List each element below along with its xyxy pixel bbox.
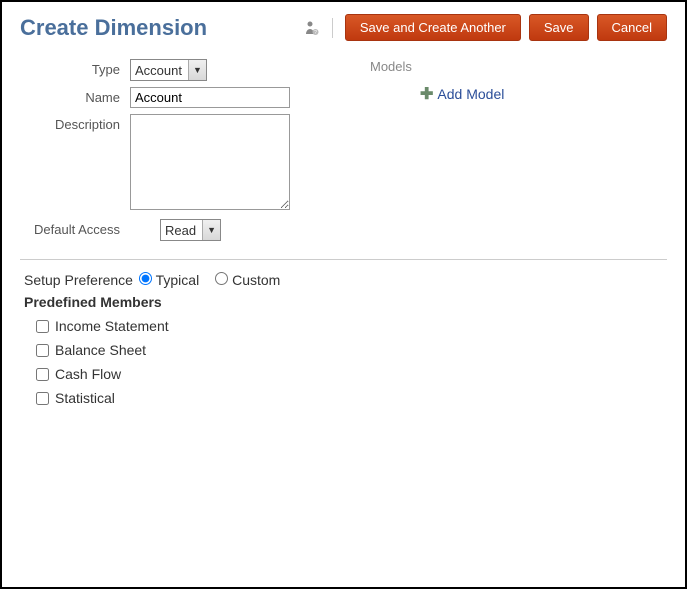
type-select-value: Account [135, 63, 188, 78]
add-model-label: Add Model [437, 86, 504, 102]
predefined-label: Income Statement [55, 318, 169, 334]
chevron-down-icon: ▼ [202, 220, 220, 240]
save-and-create-another-button[interactable]: Save and Create Another [345, 14, 521, 41]
description-textarea[interactable] [130, 114, 290, 210]
add-model-link[interactable]: ✚ Add Model [420, 84, 504, 104]
type-label: Type [20, 59, 130, 77]
name-label: Name [20, 87, 130, 105]
plus-icon: ✚ [420, 84, 433, 104]
predefined-checkbox-cash-flow[interactable] [36, 368, 49, 381]
description-label: Description [20, 114, 130, 132]
predefined-label: Cash Flow [55, 366, 121, 382]
setup-option-custom[interactable]: Custom [215, 272, 280, 288]
default-access-label: Default Access [20, 219, 130, 237]
person-help-icon[interactable]: ? [302, 19, 320, 37]
predefined-checkbox-income-statement[interactable] [36, 320, 49, 333]
predefined-item[interactable]: Income Statement [36, 314, 667, 338]
type-select[interactable]: Account ▼ [130, 59, 207, 81]
setup-radio-typical[interactable] [139, 272, 152, 285]
setup-typical-text: Typical [156, 272, 200, 288]
predefined-item[interactable]: Cash Flow [36, 362, 667, 386]
predefined-label: Balance Sheet [55, 342, 146, 358]
setup-radio-custom[interactable] [215, 272, 228, 285]
predefined-item[interactable]: Statistical [36, 386, 667, 410]
name-input[interactable] [130, 87, 290, 108]
predefined-checkbox-balance-sheet[interactable] [36, 344, 49, 357]
predefined-members-heading: Predefined Members [24, 294, 667, 310]
page-title: Create Dimension [20, 15, 207, 41]
predefined-label: Statistical [55, 390, 115, 406]
predefined-checkbox-statistical[interactable] [36, 392, 49, 405]
cancel-button[interactable]: Cancel [597, 14, 667, 41]
models-heading: Models [370, 59, 667, 74]
default-access-value: Read [165, 223, 202, 238]
divider [20, 259, 667, 260]
setup-preference-label: Setup Preference [24, 272, 133, 288]
separator [332, 18, 333, 38]
predefined-item[interactable]: Balance Sheet [36, 338, 667, 362]
setup-option-typical[interactable]: Typical [139, 272, 199, 288]
svg-text:?: ? [314, 30, 317, 36]
chevron-down-icon: ▼ [188, 60, 206, 80]
save-button[interactable]: Save [529, 14, 589, 41]
setup-custom-text: Custom [232, 272, 280, 288]
default-access-select[interactable]: Read ▼ [160, 219, 221, 241]
